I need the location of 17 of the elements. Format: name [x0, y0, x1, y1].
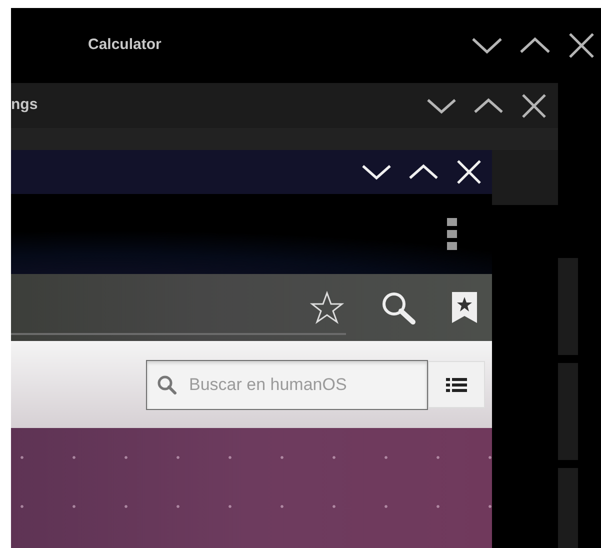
chevron-down-icon[interactable]: [427, 98, 456, 114]
address-field[interactable]: [11, 332, 346, 335]
chevron-down-icon[interactable]: [472, 37, 502, 54]
search-field[interactable]: Buscar en humanOS: [146, 360, 428, 410]
close-icon[interactable]: [521, 92, 547, 118]
star-icon[interactable]: [310, 290, 344, 324]
bookmark-star-icon[interactable]: [452, 292, 477, 323]
search-icon[interactable]: [380, 290, 416, 324]
list-view-button[interactable]: [428, 361, 485, 408]
close-icon[interactable]: [568, 32, 595, 59]
window-title: Calculator: [88, 35, 162, 56]
kebab-menu-icon[interactable]: [447, 218, 457, 250]
chevron-up-icon[interactable]: [520, 37, 550, 54]
window-title: ngs: [11, 95, 38, 116]
chevron-up-icon[interactable]: [474, 98, 503, 114]
list-icon: [446, 378, 467, 392]
search-icon: [157, 374, 177, 394]
